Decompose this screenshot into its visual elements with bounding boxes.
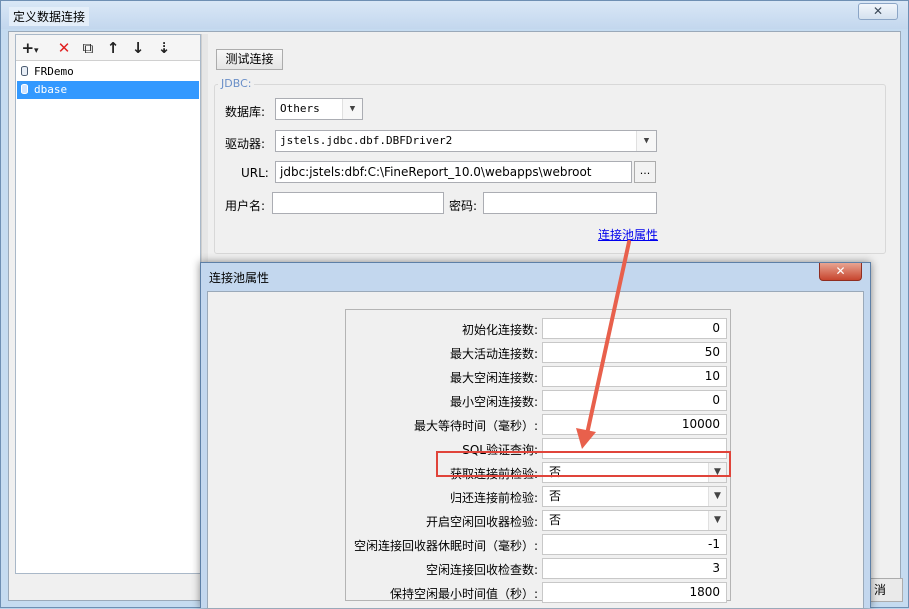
property-label: 开启空闲回收器检验:	[425, 515, 538, 529]
database-value: Others	[280, 102, 320, 115]
database-select[interactable]: Others ▼	[275, 98, 363, 120]
driver-value: jstels.jdbc.dbf.DBFDriver2	[280, 134, 453, 147]
url-label: URL:	[241, 166, 269, 180]
copy-connection-button[interactable]: ⧉	[77, 38, 99, 58]
driver-select[interactable]: jstels.jdbc.dbf.DBFDriver2 ▼	[275, 130, 657, 152]
chevron-down-icon: ▼	[636, 131, 656, 151]
property-row: 最大等待时间（毫秒）: 10000	[346, 413, 730, 437]
property-label: 最大等待时间（毫秒）:	[413, 419, 538, 433]
window-titlebar: 定义数据连接 ✕	[1, 1, 908, 29]
add-connection-button[interactable]: +▾	[19, 38, 41, 58]
property-row: 开启空闲回收器检验: 否 ▼	[346, 509, 730, 533]
property-row: 最大空闲连接数: 10	[346, 365, 730, 389]
database-icon	[21, 66, 28, 76]
property-input[interactable]: 0	[542, 390, 727, 411]
jdbc-legend: JDBC:	[218, 77, 255, 90]
property-label: 最小空闲连接数:	[449, 395, 538, 409]
copy-icon: ⧉	[82, 39, 94, 57]
url-input[interactable]: jdbc:jstels:dbf:C:\FineReport_10.0\webap…	[275, 161, 632, 183]
sort-icon: ⇣	[157, 39, 171, 57]
property-select[interactable]: 否 ▼	[542, 510, 727, 531]
property-row: 空闲连接回收检查数: 3	[346, 557, 730, 581]
dialog-close-button[interactable]: ✕	[819, 263, 862, 281]
property-row: 保持空闲最小时间值（秒）: 1800	[346, 581, 730, 605]
chevron-down-icon: ▼	[708, 487, 726, 506]
property-input[interactable]: 50	[542, 342, 727, 363]
connection-label: dbase	[34, 83, 68, 96]
property-label: 空闲连接回收检查数:	[425, 563, 538, 577]
property-label: 空闲连接回收器休眠时间（毫秒）:	[353, 539, 538, 553]
database-label: 数据库:	[225, 105, 266, 119]
property-label: 最大活动连接数:	[449, 347, 538, 361]
property-select[interactable]: 否 ▼	[542, 486, 727, 507]
cancel-button[interactable]: 消	[867, 578, 903, 602]
property-value: 否	[549, 513, 562, 527]
property-label: 归还连接前检验:	[449, 491, 538, 505]
test-connection-button[interactable]: 测试连接	[216, 49, 283, 70]
connection-list-panel: +▾ ✕ ⧉ ↑ ↓ ⇣ FRDemo dbase	[15, 34, 201, 574]
delete-icon: ✕	[57, 39, 71, 57]
property-input[interactable]: 10000	[542, 414, 727, 435]
property-input[interactable]: 0	[542, 318, 727, 339]
property-row: 空闲连接回收器休眠时间（毫秒）: -1	[346, 533, 730, 557]
dropdown-caret-icon: ▾	[34, 46, 39, 56]
chevron-down-icon: ▼	[342, 99, 362, 119]
property-value: 否	[549, 489, 562, 503]
move-down-button[interactable]: ↓	[127, 38, 149, 58]
window-title: 定义数据连接	[9, 7, 90, 26]
pool-properties-dialog: 连接池属性 ✕ 初始化连接数: 0 最大活动连接数: 50 最大空闲连接数: 10 最小空闲…	[200, 262, 871, 609]
property-row: 归还连接前检验: 否 ▼	[346, 485, 730, 509]
username-input[interactable]	[272, 192, 444, 214]
property-label: 初始化连接数:	[461, 323, 538, 337]
property-row: 最大活动连接数: 50	[346, 341, 730, 365]
property-input[interactable]: 3	[542, 558, 727, 579]
move-up-button[interactable]: ↑	[102, 38, 124, 58]
window-close-button[interactable]: ✕	[858, 3, 898, 20]
dialog-title: 连接池属性	[209, 271, 270, 285]
delete-connection-button[interactable]: ✕	[53, 38, 75, 58]
arrow-up-icon: ↑	[106, 39, 120, 57]
connection-label: FRDemo	[34, 65, 74, 78]
plus-icon: +	[21, 39, 35, 57]
connection-toolbar: +▾ ✕ ⧉ ↑ ↓ ⇣	[16, 35, 200, 61]
password-label: 密码:	[449, 199, 478, 213]
connection-item-dbase[interactable]: dbase	[17, 81, 199, 99]
property-label: 保持空闲最小时间值（秒）:	[389, 587, 538, 601]
property-input[interactable]: -1	[542, 534, 727, 555]
property-row: 初始化连接数: 0	[346, 317, 730, 341]
property-label: 最大空闲连接数:	[449, 371, 538, 385]
property-input[interactable]: 1800	[542, 582, 727, 603]
sort-button[interactable]: ⇣	[153, 38, 175, 58]
database-icon	[21, 84, 28, 94]
property-row: 最小空闲连接数: 0	[346, 389, 730, 413]
arrow-down-icon: ↓	[131, 39, 145, 57]
chevron-down-icon: ▼	[708, 511, 726, 530]
url-browse-button[interactable]: ...	[634, 161, 656, 183]
username-label: 用户名:	[225, 199, 266, 213]
highlight-box	[436, 451, 731, 477]
pool-properties-link[interactable]: 连接池属性	[598, 226, 658, 243]
driver-label: 驱动器:	[225, 137, 266, 151]
connection-item-frdemo[interactable]: FRDemo	[17, 63, 199, 81]
dialog-client-area: 初始化连接数: 0 最大活动连接数: 50 最大空闲连接数: 10 最小空闲连接数: 0 最大等…	[207, 291, 864, 609]
property-input[interactable]: 10	[542, 366, 727, 387]
password-input[interactable]	[483, 192, 657, 214]
